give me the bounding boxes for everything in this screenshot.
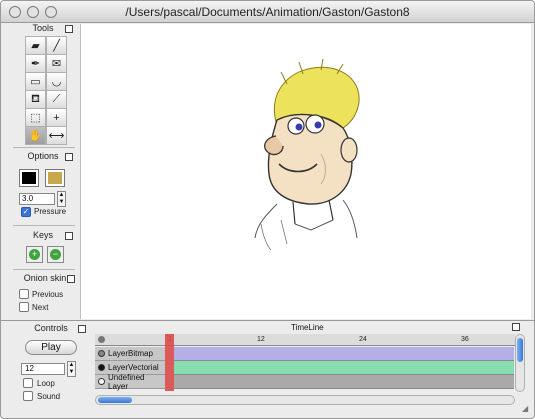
eraser-icon: ▰ (31, 40, 40, 52)
primary-color-swatch[interactable] (19, 169, 39, 187)
onion-skin-pin-icon[interactable] (67, 275, 75, 283)
sound-checkbox[interactable] (23, 391, 33, 401)
remove-key-button[interactable]: − (47, 246, 64, 263)
eyedropper-icon: ⟋ (52, 93, 61, 105)
paint-bucket-icon: ⛾ (31, 92, 40, 105)
window-title: /Users/pascal/Documents/Animation/Gaston… (125, 5, 410, 19)
stretch-tool-button[interactable]: ⟷ (46, 126, 67, 145)
brush-size-stepper[interactable]: ▲ ▼ (57, 191, 66, 207)
playhead[interactable] (165, 334, 174, 391)
tick-label: 12 (257, 336, 265, 343)
cartoon-drawing (254, 58, 360, 251)
stretch-icon: ⟷ (48, 130, 65, 142)
next-label: Next (32, 303, 49, 312)
secondary-color (48, 172, 62, 184)
tick-label: 36 (461, 336, 469, 343)
pressure-label: Pressure (34, 207, 67, 216)
controls-pin-icon[interactable] (78, 325, 86, 333)
secondary-color-swatch[interactable] (45, 169, 65, 187)
fps-value: 12 (25, 364, 34, 373)
add-key-icon: + (29, 249, 40, 260)
pen-icon: ✒ (30, 58, 41, 70)
keys-pin-icon[interactable] (65, 232, 73, 240)
resize-grip-icon[interactable]: ◢ (522, 404, 532, 414)
pen-tool-button[interactable]: ✒ (25, 54, 46, 73)
brush-size-field[interactable]: 3.0 (19, 193, 55, 205)
hand-tool-button[interactable]: ✋ (25, 126, 46, 145)
fps-field[interactable]: 12 (21, 363, 65, 375)
layer-name: Undefined Layer (108, 372, 145, 391)
timeline-vertical-scrollbar[interactable] (515, 334, 525, 392)
app-window: /Users/pascal/Documents/Animation/Gaston… (0, 0, 535, 419)
brush-size-value: 3.0 (22, 194, 34, 203)
layer-visibility-icon[interactable] (98, 350, 105, 357)
add-key-button[interactable]: + (26, 246, 43, 263)
hand-icon: ✋ (28, 130, 43, 142)
loop-label: Loop (37, 379, 55, 388)
paint-bucket-tool-button[interactable]: ⛾ (25, 90, 46, 109)
sound-label: Sound (37, 392, 61, 401)
layer-track-bitmap[interactable] (174, 347, 514, 361)
tools-pin-icon[interactable] (65, 25, 73, 33)
previous-checkbox[interactable] (19, 289, 29, 299)
layer-name: LayerVectorial (108, 363, 159, 372)
layer-row-bitmap[interactable]: LayerBitmap (95, 347, 165, 361)
scrollbar-thumb[interactable] (517, 338, 523, 362)
play-button[interactable]: Play (25, 340, 77, 355)
eyedropper-tool-button[interactable]: ⟋ (46, 90, 67, 109)
remove-key-icon: − (50, 249, 61, 260)
fps-stepper[interactable]: ▲ ▼ (67, 361, 76, 377)
options-header: Options (27, 151, 59, 161)
controls-header: Controls (34, 323, 68, 333)
drawing-canvas[interactable] (80, 24, 531, 319)
primary-color (22, 172, 36, 184)
layer-visibility-icon[interactable] (98, 378, 105, 385)
tick-label: 24 (359, 336, 367, 343)
scrollbar-thumb[interactable] (98, 397, 132, 403)
layer-name: LayerBitmap (108, 349, 153, 358)
envelope-icon: ✉ (51, 58, 62, 70)
envelope-tool-button[interactable]: ✉ (46, 54, 67, 73)
brush-tool-button[interactable]: ╱ (46, 36, 67, 55)
marquee-icon: ⬚ (30, 112, 41, 124)
keys-header: Keys (32, 230, 53, 240)
pressure-checkbox[interactable]: ✓ (21, 207, 31, 217)
lasso-tool-button[interactable]: ◡ (46, 72, 67, 91)
timeline-horizontal-scrollbar[interactable] (95, 395, 515, 405)
move-tool-button[interactable]: + (46, 108, 67, 127)
previous-label: Previous (32, 290, 64, 299)
play-label: Play (41, 342, 61, 353)
options-pin-icon[interactable] (65, 153, 73, 161)
ruler-origin-icon (98, 336, 105, 343)
loop-checkbox[interactable] (23, 378, 33, 388)
timeline-ruler (95, 334, 515, 346)
smudge-tool-button[interactable]: ▭ (25, 72, 46, 91)
title-bar: /Users/pascal/Documents/Animation/Gaston… (1, 1, 534, 23)
eraser-tool-button[interactable]: ▰ (25, 36, 46, 55)
timeline-header: TimeLine (291, 323, 324, 332)
onion-skin-header: Onion skin (23, 273, 67, 283)
next-checkbox[interactable] (19, 302, 29, 312)
marquee-tool-button[interactable]: ⬚ (25, 108, 46, 127)
move-icon: + (53, 111, 60, 124)
tools-header: Tools (32, 23, 54, 33)
layer-track-vectorial[interactable] (174, 361, 514, 375)
brush-icon: ╱ (53, 40, 60, 52)
smudge-icon: ▭ (30, 76, 41, 88)
layer-visibility-icon[interactable] (98, 364, 105, 371)
layer-track-undefined[interactable] (174, 375, 514, 389)
lasso-icon: ◡ (51, 76, 62, 88)
timeline-pin-icon[interactable] (512, 323, 520, 331)
layer-row-undefined[interactable]: Undefined Layer (95, 372, 165, 391)
